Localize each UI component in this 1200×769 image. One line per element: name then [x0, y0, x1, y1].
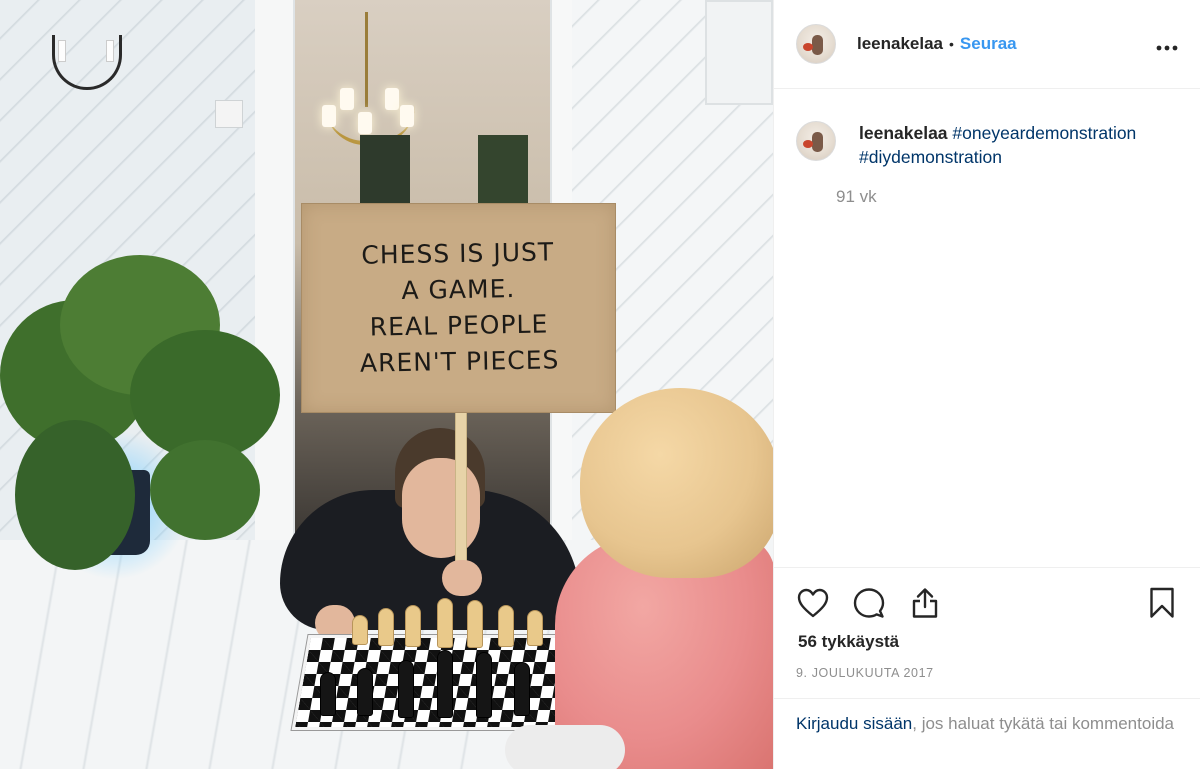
login-prompt: Kirjaudu sisään, jos haluat tykätä tai k…: [774, 698, 1200, 736]
instagram-post: CHESS IS JUST A GAME. REAL PEOPLE AREN'T…: [0, 0, 1200, 769]
heart-icon[interactable]: [796, 586, 830, 620]
hashtag-link[interactable]: #oneyeardemonstration: [952, 123, 1136, 143]
chess-piece-light: [378, 608, 394, 646]
chess-piece-light: [498, 605, 514, 647]
sign-text: CHESS IS JUST A GAME. REAL PEOPLE AREN'T…: [359, 237, 560, 378]
light-switch: [215, 100, 243, 128]
chandelier-candle: [322, 105, 336, 127]
chess-piece-light: [437, 598, 453, 648]
chess-piece-dark: [320, 672, 336, 716]
chess-piece-dark: [437, 650, 453, 718]
action-icons: [796, 586, 1179, 620]
sconce-candle: [106, 40, 114, 62]
door-frame-left: [255, 0, 295, 560]
separator-dot: •: [949, 36, 954, 52]
chess-piece-light: [527, 610, 543, 646]
comment-icon[interactable]: [852, 586, 886, 620]
sign-stick: [455, 410, 467, 585]
chess-piece-dark: [357, 668, 373, 716]
plant-foliage: [150, 440, 260, 540]
chandelier-candle: [385, 88, 399, 110]
follow-button[interactable]: Seuraa: [960, 34, 1017, 54]
login-link[interactable]: Kirjaudu sisään: [796, 714, 912, 733]
girl-hair: [580, 388, 773, 578]
share-icon[interactable]: [908, 586, 942, 620]
login-prompt-text: , jos haluat tykätä tai kommentoida: [912, 714, 1174, 733]
post-header: leenakelaa • Seuraa: [774, 0, 1200, 89]
woman-face: [402, 458, 480, 558]
woman-hand: [442, 560, 482, 596]
post-age[interactable]: 91 vk: [836, 187, 1179, 207]
hashtag-link[interactable]: #diydemonstration: [859, 147, 1002, 167]
chess-piece-dark: [398, 660, 414, 718]
likes-count[interactable]: 56 tykkäystä: [796, 632, 1179, 652]
username-link[interactable]: leenakelaa: [857, 34, 943, 54]
bookmark-icon[interactable]: [1145, 586, 1179, 620]
plant-foliage: [15, 420, 135, 570]
sconce-candle: [58, 40, 66, 62]
chess-piece-dark: [476, 652, 492, 718]
chess-piece-light: [352, 615, 368, 645]
post-photo[interactable]: CHESS IS JUST A GAME. REAL PEOPLE AREN'T…: [0, 0, 773, 769]
avatar[interactable]: [796, 24, 836, 64]
more-horizontal-icon[interactable]: [1156, 33, 1178, 55]
avatar[interactable]: [796, 121, 836, 161]
post-side-panel: leenakelaa • Seuraa leenakelaa #oneyeard…: [773, 0, 1200, 769]
chandelier-candle: [400, 105, 414, 127]
post-date[interactable]: 9. JOULUKUUTA 2017: [796, 666, 1179, 680]
chandelier-rod: [365, 12, 368, 107]
door-panel: [705, 0, 773, 105]
chess-piece-light: [467, 600, 483, 648]
chandelier-candle: [358, 112, 372, 134]
girl-sleeve: [505, 725, 625, 769]
chess-piece-dark: [514, 662, 530, 716]
protest-sign: CHESS IS JUST A GAME. REAL PEOPLE AREN'T…: [301, 203, 616, 413]
caption-username[interactable]: leenakelaa: [859, 123, 948, 143]
curtain: [478, 135, 528, 210]
caption-comment: leenakelaa #oneyeardemonstration #diydem…: [774, 89, 1200, 567]
curtain: [360, 135, 410, 210]
caption-text: leenakelaa #oneyeardemonstration #diydem…: [859, 121, 1179, 169]
action-bar: 56 tykkäystä 9. JOULUKUUTA 2017: [774, 567, 1200, 680]
chandelier-candle: [340, 88, 354, 110]
chess-piece-light: [405, 605, 421, 647]
